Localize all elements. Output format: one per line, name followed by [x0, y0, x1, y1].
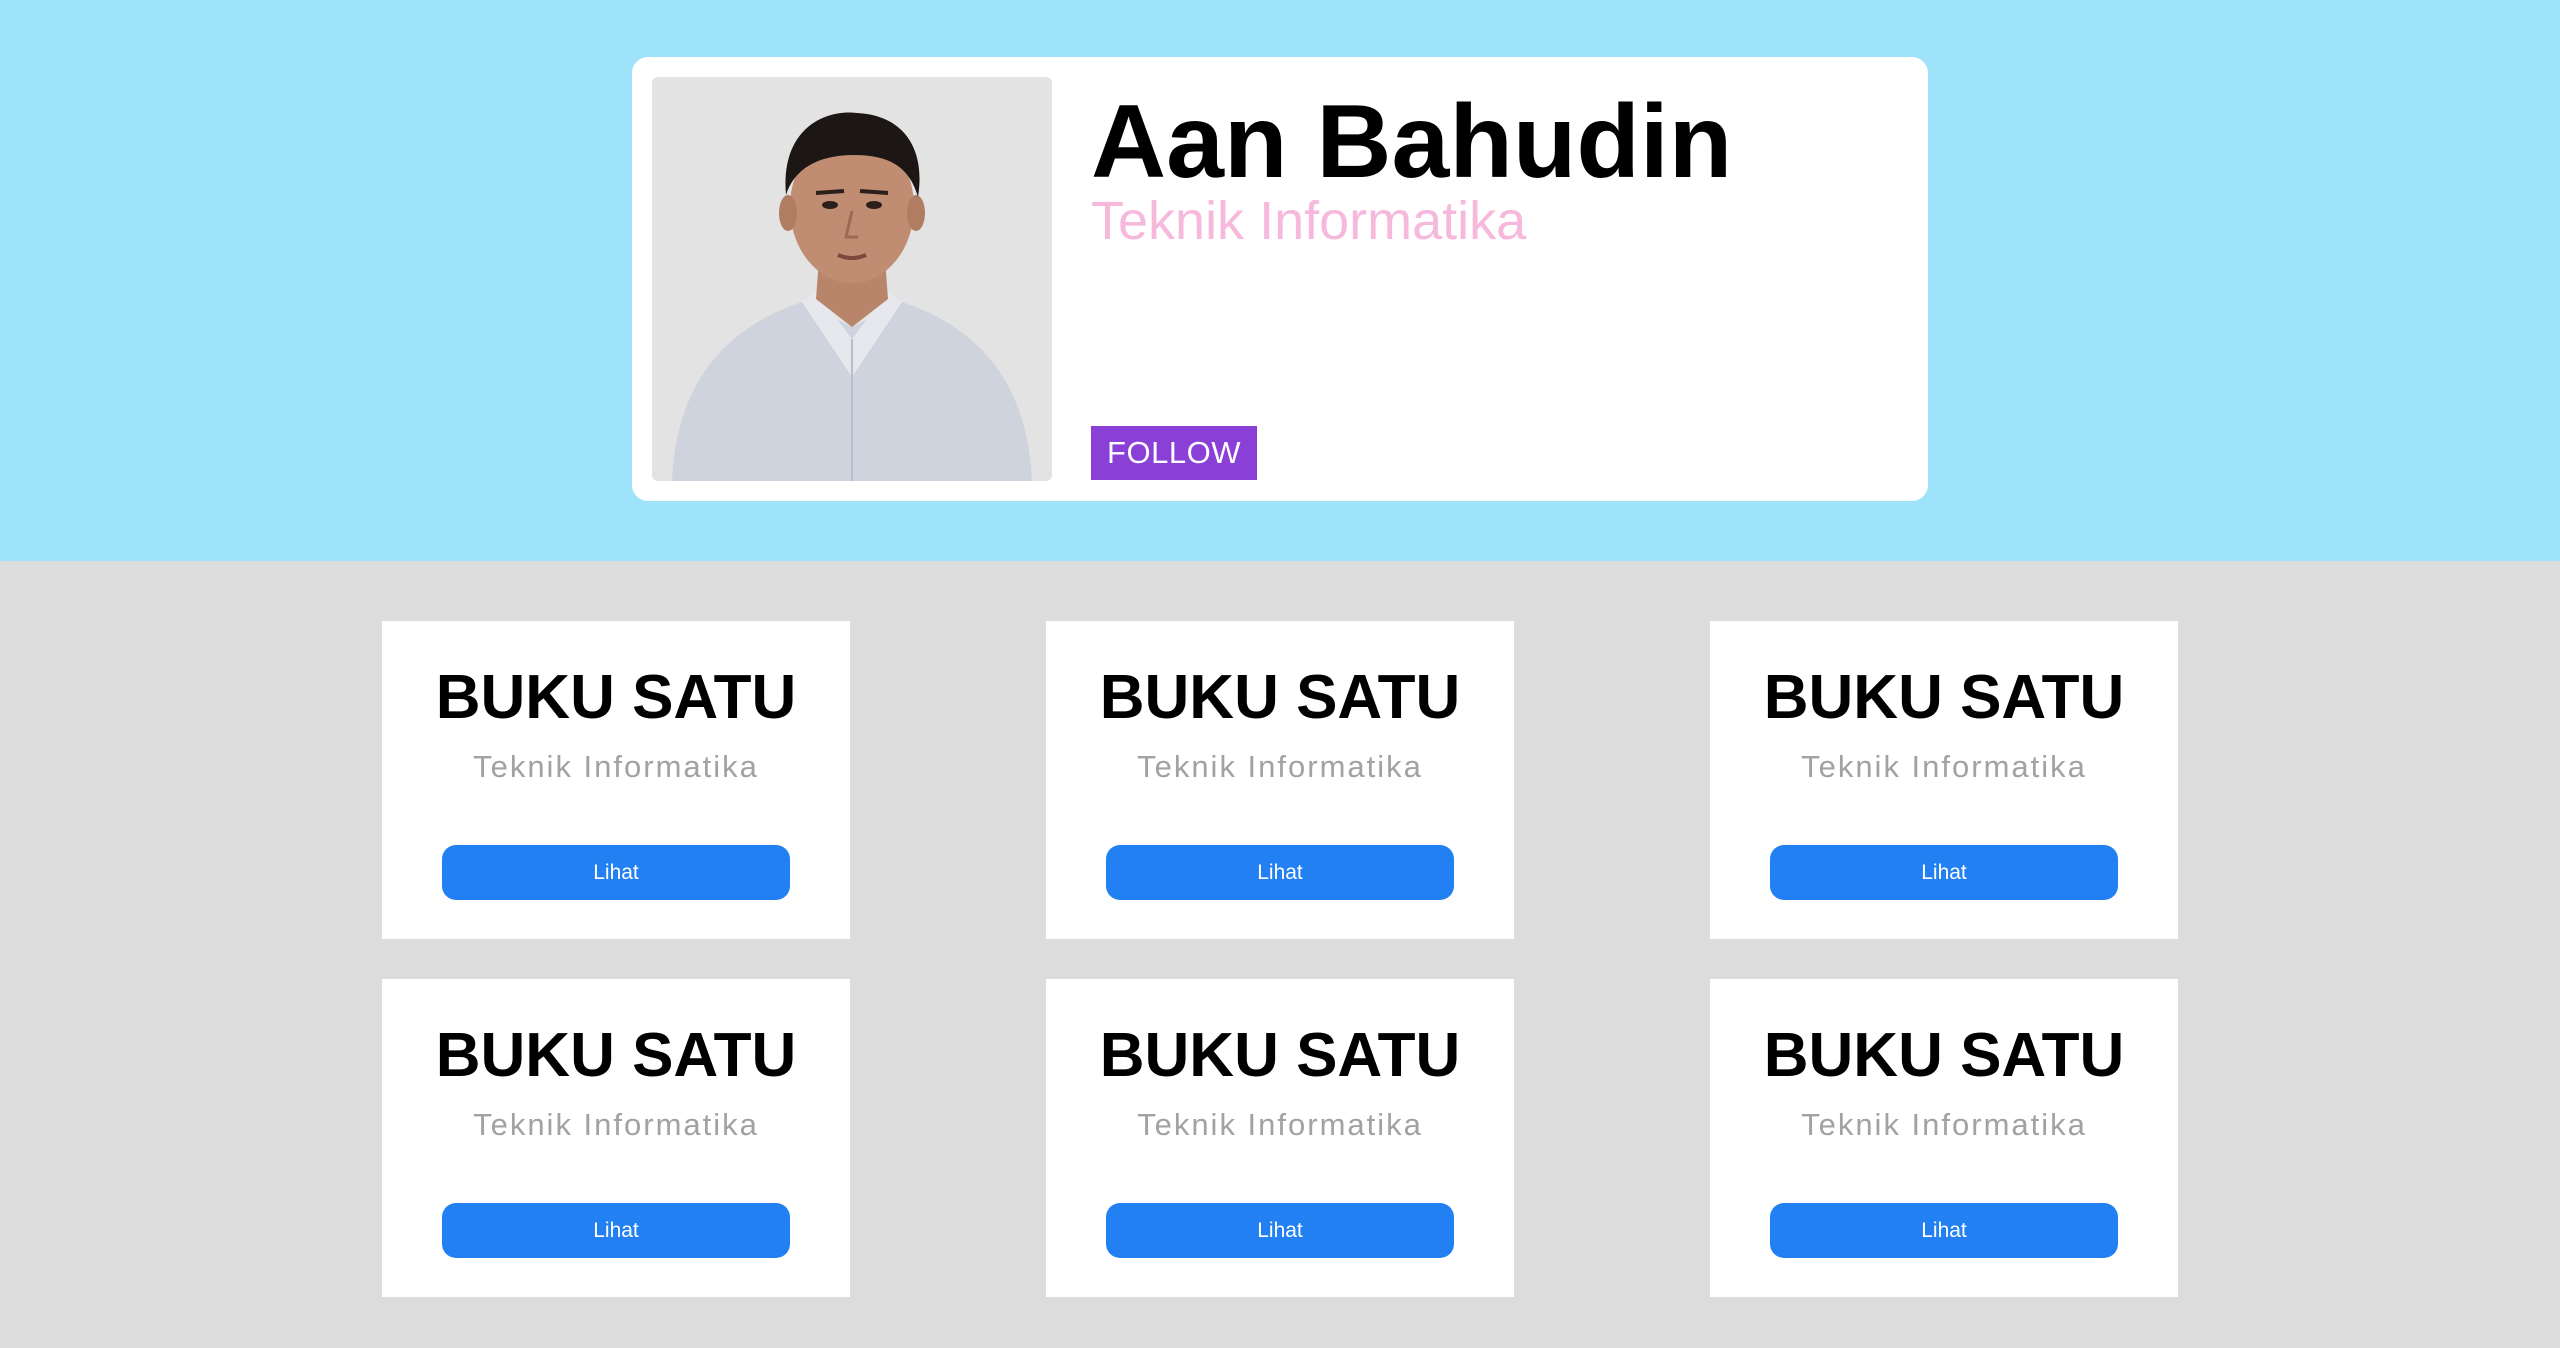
book-title: BUKU SATU — [435, 1021, 797, 1090]
book-card: BUKU SATU Teknik Informatika Lihat — [1046, 979, 1514, 1297]
lihat-button[interactable]: Lihat — [1106, 845, 1454, 900]
book-title: BUKU SATU — [1763, 663, 2125, 732]
book-title: BUKU SATU — [435, 663, 797, 732]
profile-header-section: Aan Bahudin Teknik Informatika FOLLOW — [0, 0, 2560, 561]
book-subtitle: Teknik Informatika — [1801, 749, 2087, 784]
book-subtitle: Teknik Informatika — [473, 1107, 759, 1142]
follow-button[interactable]: FOLLOW — [1091, 426, 1257, 480]
book-subtitle: Teknik Informatika — [473, 749, 759, 784]
book-subtitle: Teknik Informatika — [1137, 1107, 1423, 1142]
book-card: BUKU SATU Teknik Informatika Lihat — [382, 979, 850, 1297]
profile-name: Aan Bahudin — [1091, 84, 1733, 200]
lihat-button[interactable]: Lihat — [442, 845, 790, 900]
book-card: BUKU SATU Teknik Informatika Lihat — [1710, 621, 2178, 939]
book-title: BUKU SATU — [1099, 663, 1461, 732]
book-card: BUKU SATU Teknik Informatika Lihat — [382, 621, 850, 939]
book-subtitle: Teknik Informatika — [1137, 749, 1423, 784]
lihat-button[interactable]: Lihat — [1770, 1203, 2118, 1258]
lihat-button[interactable]: Lihat — [1106, 1203, 1454, 1258]
book-subtitle: Teknik Informatika — [1801, 1107, 2087, 1142]
book-title: BUKU SATU — [1763, 1021, 2125, 1090]
lihat-button[interactable]: Lihat — [442, 1203, 790, 1258]
profile-card: Aan Bahudin Teknik Informatika FOLLOW — [632, 57, 1928, 501]
book-card: BUKU SATU Teknik Informatika Lihat — [1046, 621, 1514, 939]
person-photo-icon — [652, 77, 1052, 481]
book-title: BUKU SATU — [1099, 1021, 1461, 1090]
book-card: BUKU SATU Teknik Informatika Lihat — [1710, 979, 2178, 1297]
book-grid: BUKU SATU Teknik Informatika Lihat BUKU … — [382, 621, 2178, 1297]
profile-department: Teknik Informatika — [1091, 191, 1527, 251]
profile-photo — [652, 77, 1052, 481]
lihat-button[interactable]: Lihat — [1770, 845, 2118, 900]
